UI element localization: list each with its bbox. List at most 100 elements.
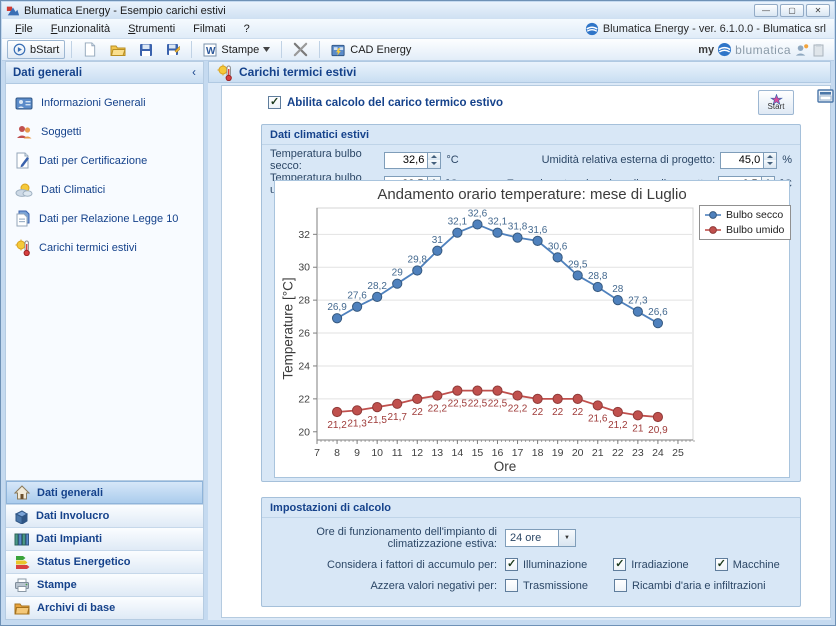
- combo-arrow-icon[interactable]: ▼: [559, 529, 576, 547]
- cad-energy-button[interactable]: CAD Energy: [326, 40, 416, 59]
- start-button[interactable]: Start: [758, 90, 794, 115]
- svg-text:24: 24: [298, 360, 310, 372]
- svg-text:12: 12: [411, 447, 423, 459]
- sidebar-item-dati-climatici[interactable]: Dati Climatici: [6, 175, 203, 204]
- menu-help[interactable]: ?: [235, 21, 259, 37]
- menu-file[interactable]: File: [6, 21, 42, 37]
- sidebar: Dati generali ‹ Informazioni Generali So…: [5, 61, 204, 620]
- thermometer-sun-icon: [15, 239, 31, 256]
- settings-panel: Impostazioni di calcolo Ore di funzionam…: [261, 497, 801, 607]
- close-button[interactable]: ✕: [806, 4, 830, 17]
- svg-text:32,1: 32,1: [448, 217, 468, 228]
- legend-bulbo-secco: Bulbo secco: [704, 209, 784, 221]
- collapse-sidebar-icon[interactable]: ‹: [192, 67, 196, 79]
- sidebar-item-soggetti[interactable]: Soggetti: [6, 117, 203, 146]
- save-icon: [139, 43, 153, 57]
- azzera-label: Azzera valori negativi per:: [270, 580, 497, 592]
- nav-item-dati-impianti[interactable]: Dati Impianti: [6, 527, 203, 550]
- svg-text:22,2: 22,2: [508, 404, 528, 415]
- app-logo-icon: [6, 4, 20, 18]
- hours-combobox[interactable]: 24 ore ▼: [505, 529, 576, 547]
- svg-text:22: 22: [552, 407, 564, 418]
- menu-funzionalita[interactable]: Funzionalità: [42, 21, 119, 37]
- svg-text:21: 21: [632, 423, 644, 434]
- sidebar-item-dati-certificazione[interactable]: Dati per Certificazione: [6, 146, 203, 175]
- document-pencil-icon: [15, 152, 31, 169]
- info-card-icon: [15, 95, 33, 111]
- option-trasmissione[interactable]: Trasmissione: [505, 579, 588, 592]
- version-info: Blumatica Energy - ver. 6.1.0.0 - Blumat…: [585, 22, 830, 36]
- svg-text:21,3: 21,3: [347, 418, 367, 429]
- umidita-unit: %: [782, 154, 792, 166]
- sidebar-item-dati-relazione-legge10[interactable]: Dati per Relazione Legge 10: [6, 204, 203, 233]
- svg-text:31,8: 31,8: [508, 222, 528, 233]
- svg-text:28: 28: [298, 295, 310, 307]
- svg-text:22: 22: [532, 407, 544, 418]
- svg-text:9: 9: [354, 447, 360, 459]
- svg-text:21,2: 21,2: [327, 420, 347, 431]
- sidebar-nav: Dati generali Dati Involucro Dati Impian…: [6, 480, 203, 619]
- bulbo-secco-spinner[interactable]: [428, 152, 441, 169]
- user-account-icon[interactable]: [794, 43, 809, 57]
- svg-text:29,8: 29,8: [408, 255, 428, 266]
- clipboard-icon[interactable]: [812, 43, 825, 57]
- sidebar-item-informazioni-generali[interactable]: Informazioni Generali: [6, 88, 203, 117]
- archive-folder-icon: [14, 602, 30, 615]
- main-body: Abilita calcolo del carico termico estiv…: [208, 83, 831, 620]
- svg-text:22: 22: [612, 447, 624, 459]
- maximize-button[interactable]: ▢: [780, 4, 804, 17]
- svg-text:22,5: 22,5: [488, 399, 508, 410]
- nav-item-status-energetico[interactable]: Status Energetico: [6, 550, 203, 573]
- svg-text:20: 20: [572, 447, 584, 459]
- svg-text:32,6: 32,6: [468, 208, 488, 219]
- nav-item-dati-generali[interactable]: Dati generali: [6, 481, 203, 504]
- option-ricambi-aria[interactable]: Ricambi d'aria e infiltrazioni: [614, 579, 766, 592]
- tools-button[interactable]: [288, 40, 313, 59]
- stampe-dropdown[interactable]: W Stampe: [198, 40, 275, 59]
- irradiazione-checkbox[interactable]: [613, 558, 626, 571]
- legend-bulbo-umido: Bulbo umido: [704, 224, 784, 236]
- svg-text:22,5: 22,5: [468, 399, 488, 410]
- svg-text:25: 25: [672, 447, 684, 459]
- svg-text:29: 29: [392, 268, 404, 279]
- word-document-icon: W: [203, 43, 217, 57]
- sidebar-title: Dati generali: [13, 67, 82, 79]
- window-title: Blumatica Energy - Esempio carichi estiv…: [24, 5, 752, 17]
- nav-item-stampe[interactable]: Stampe: [6, 573, 203, 596]
- bulbo-secco-unit: °C: [446, 154, 458, 166]
- bstart-button[interactable]: bStart: [7, 40, 65, 59]
- open-button[interactable]: [105, 40, 131, 59]
- save-all-button[interactable]: [161, 40, 185, 59]
- enable-calc-row: Abilita calcolo del carico termico estiv…: [268, 96, 503, 109]
- enable-calc-checkbox[interactable]: [268, 96, 281, 109]
- new-document-icon: [83, 42, 97, 57]
- window-layout-button[interactable]: [816, 87, 835, 106]
- svg-text:28,8: 28,8: [588, 271, 608, 282]
- option-illuminazione[interactable]: Illuminazione: [505, 558, 587, 571]
- new-document-button[interactable]: [78, 40, 102, 59]
- svg-text:7: 7: [314, 447, 320, 459]
- umidita-input[interactable]: [720, 152, 764, 169]
- umidita-spinner[interactable]: [764, 152, 777, 169]
- menu-filmati[interactable]: Filmati: [184, 21, 234, 37]
- trasmissione-checkbox[interactable]: [505, 579, 518, 592]
- ricambi-aria-checkbox[interactable]: [614, 579, 627, 592]
- people-icon: [15, 124, 33, 140]
- svg-text:10: 10: [371, 447, 383, 459]
- chart-title: Andamento orario temperature: mese di Lu…: [275, 186, 789, 203]
- chart-legend: Bulbo secco Bulbo umido: [699, 205, 791, 240]
- option-irradiazione[interactable]: Irradiazione: [613, 558, 688, 571]
- option-macchine[interactable]: Macchine: [715, 558, 780, 571]
- svg-text:23: 23: [632, 447, 644, 459]
- save-button[interactable]: [134, 40, 158, 59]
- bulbo-secco-input[interactable]: [384, 152, 428, 169]
- nav-item-archivi-di-base[interactable]: Archivi di base: [6, 596, 203, 619]
- nav-item-dati-involucro[interactable]: Dati Involucro: [6, 504, 203, 527]
- illuminazione-checkbox[interactable]: [505, 558, 518, 571]
- sidebar-item-carichi-termici-estivi[interactable]: Carichi termici estivi: [6, 233, 203, 262]
- menu-strumenti[interactable]: Strumenti: [119, 21, 184, 37]
- macchine-checkbox[interactable]: [715, 558, 728, 571]
- title-bar: Blumatica Energy - Esempio carichi estiv…: [2, 2, 834, 19]
- minimize-button[interactable]: —: [754, 4, 778, 17]
- toolbar: bStart W Stampe CAD Energy: [2, 39, 834, 61]
